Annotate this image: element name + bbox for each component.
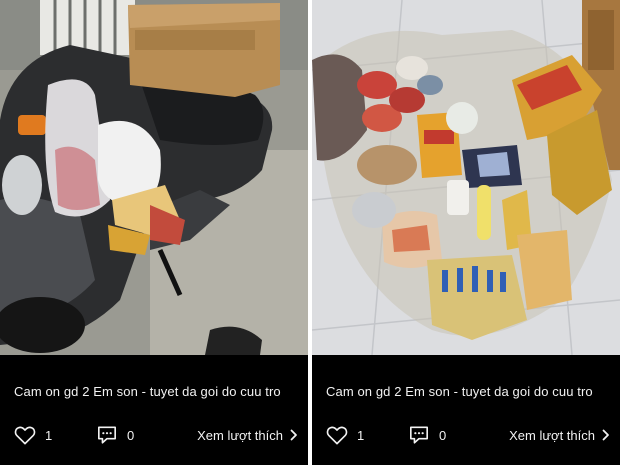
post-photo[interactable] bbox=[312, 0, 620, 355]
comment-count: 0 bbox=[127, 427, 135, 443]
comment-icon bbox=[408, 425, 430, 445]
like-count: 1 bbox=[357, 427, 365, 443]
like-button[interactable]: 1 bbox=[326, 420, 364, 450]
like-button[interactable]: 1 bbox=[14, 420, 52, 450]
see-likes-label: Xem lượt thích bbox=[509, 427, 595, 443]
post-caption: Cam on gd 2 Em son - tuyet da goi do cuu… bbox=[326, 384, 593, 399]
comment-icon bbox=[96, 425, 118, 445]
post-actions-bar: 1 0 Xem lượt thích bbox=[312, 420, 620, 450]
post-photo[interactable] bbox=[0, 0, 308, 355]
heart-icon bbox=[14, 425, 36, 445]
comment-button[interactable]: 0 bbox=[96, 420, 134, 450]
post-caption: Cam on gd 2 Em son - tuyet da goi do cuu… bbox=[14, 384, 281, 399]
see-likes-link[interactable]: Xem lượt thích bbox=[197, 420, 298, 450]
like-count: 1 bbox=[45, 427, 53, 443]
post-card: Cam on gd 2 Em son - tuyet da goi do cuu… bbox=[0, 0, 308, 465]
chevron-right-icon bbox=[290, 429, 298, 441]
chevron-right-icon bbox=[602, 429, 610, 441]
see-likes-link[interactable]: Xem lượt thích bbox=[509, 420, 610, 450]
comment-count: 0 bbox=[439, 427, 447, 443]
heart-icon bbox=[326, 425, 348, 445]
post-actions-bar: 1 0 Xem lượt thích bbox=[0, 420, 308, 450]
post-card: Cam on gd 2 Em son - tuyet da goi do cuu… bbox=[312, 0, 620, 465]
see-likes-label: Xem lượt thích bbox=[197, 427, 283, 443]
comment-button[interactable]: 0 bbox=[408, 420, 446, 450]
